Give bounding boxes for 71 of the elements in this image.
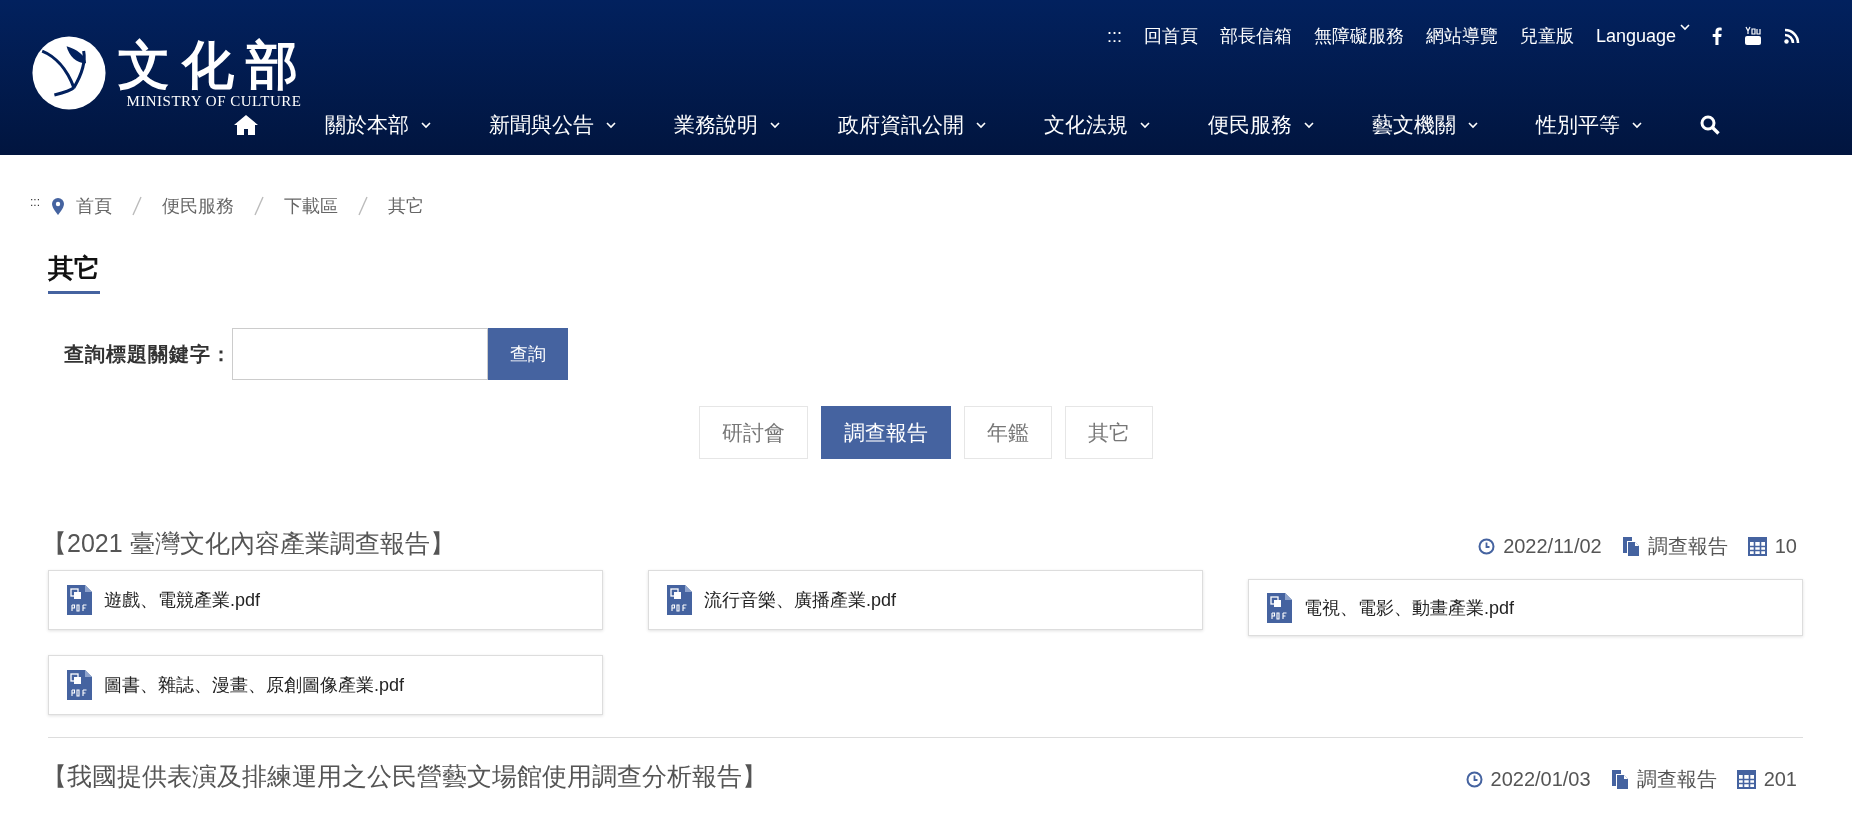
top-link[interactable]: 兒童版 bbox=[1519, 24, 1574, 48]
home-icon[interactable] bbox=[233, 114, 259, 136]
breadcrumb-current: 其它 bbox=[388, 195, 424, 218]
caret-icon bbox=[976, 121, 986, 129]
count-text: 201 bbox=[1763, 768, 1797, 791]
logo-title: 文化部 bbox=[118, 36, 310, 93]
search-button[interactable]: 查詢 bbox=[488, 328, 568, 380]
accesskey-marker[interactable]: ::: bbox=[30, 195, 40, 209]
file-link[interactable]: 流行音樂、廣播產業.pdf bbox=[648, 570, 1203, 630]
category-tab[interactable]: 年鑑 bbox=[963, 406, 1052, 459]
rss-icon[interactable] bbox=[1784, 28, 1800, 44]
nav-item[interactable]: 關於本部 bbox=[325, 111, 431, 139]
search-label: 查詢標題關鍵字： bbox=[64, 341, 232, 367]
facebook-icon[interactable] bbox=[1712, 27, 1722, 45]
breadcrumb-link[interactable]: 首頁 bbox=[76, 194, 112, 218]
nav-item[interactable]: 政府資訊公開 bbox=[838, 111, 986, 139]
nav-item[interactable]: 藝文機關 bbox=[1372, 111, 1478, 139]
category-tab[interactable]: 其它 bbox=[1064, 406, 1153, 459]
nav-item[interactable]: 性別平等 bbox=[1536, 111, 1642, 139]
clock-icon bbox=[1478, 538, 1496, 555]
location-pin-icon bbox=[52, 197, 64, 215]
breadcrumb-link[interactable]: 下載區 bbox=[284, 194, 338, 218]
logo-subtitle: MINISTRY OF CULTURE bbox=[126, 92, 302, 110]
caret-icon bbox=[1632, 121, 1642, 129]
file-link[interactable]: 圖書、雜誌、漫畫、原創圖像產業.pdf bbox=[48, 655, 603, 715]
nav-item[interactable]: 文化法規 bbox=[1044, 111, 1150, 139]
caret-icon bbox=[1140, 121, 1150, 129]
top-link[interactable]: 無障礙服務 bbox=[1313, 24, 1404, 48]
language-link[interactable]: Language bbox=[1595, 25, 1676, 47]
caret-icon bbox=[770, 121, 780, 129]
file-link[interactable]: 遊戲、電競產業.pdf bbox=[48, 570, 603, 630]
documents-icon bbox=[1621, 536, 1640, 557]
nav-item[interactable]: 新聞與公告 bbox=[489, 111, 616, 139]
clock-icon bbox=[1465, 771, 1483, 788]
count-text: 10 bbox=[1774, 535, 1797, 558]
date-text: 2022/11/02 bbox=[1503, 535, 1602, 558]
caret-icon bbox=[1304, 121, 1314, 129]
caret-icon bbox=[421, 121, 431, 129]
caret-icon bbox=[1468, 121, 1478, 129]
pdf-file-icon bbox=[67, 585, 92, 615]
page-title: 其它 bbox=[48, 251, 100, 294]
category-text: 調查報告 bbox=[1647, 534, 1728, 559]
category-text: 調查報告 bbox=[1636, 767, 1717, 792]
slash-separator-icon bbox=[254, 196, 264, 216]
slash-separator-icon bbox=[132, 196, 142, 216]
flower-logo-icon bbox=[30, 34, 108, 112]
category-tab[interactable]: 研討會 bbox=[698, 406, 808, 459]
category-tab[interactable]: 調查報告 bbox=[820, 406, 951, 459]
top-link[interactable]: 回首頁 bbox=[1143, 24, 1198, 48]
caret-icon bbox=[1680, 23, 1690, 31]
date-text: 2022/01/03 bbox=[1490, 768, 1591, 791]
nav-item[interactable]: 業務說明 bbox=[674, 111, 780, 139]
slash-separator-icon bbox=[358, 196, 368, 216]
pdf-file-icon bbox=[67, 670, 92, 700]
keyword-field[interactable] bbox=[232, 328, 488, 380]
report-title[interactable]: 【2021 臺灣文化內容產業調查報告】 bbox=[42, 527, 455, 560]
calculator-icon bbox=[1736, 770, 1756, 789]
calculator-icon bbox=[1747, 537, 1767, 556]
pdf-file-icon bbox=[1267, 592, 1292, 623]
documents-icon bbox=[1610, 769, 1629, 790]
pdf-file-icon bbox=[667, 585, 692, 615]
top-link[interactable]: 網站導覽 bbox=[1425, 24, 1498, 48]
report-title[interactable]: 【我國提供表演及排練運用之公民營藝文場館使用調查分析報告】 bbox=[42, 760, 767, 793]
top-link[interactable]: 部長信箱 bbox=[1219, 24, 1292, 48]
caret-icon bbox=[606, 121, 616, 129]
breadcrumb-link[interactable]: 便民服務 bbox=[162, 194, 234, 218]
file-link[interactable]: 電視、電影、動畫產業.pdf bbox=[1248, 579, 1803, 636]
nav-item[interactable]: 便民服務 bbox=[1208, 111, 1314, 139]
youtube-icon[interactable] bbox=[1744, 26, 1762, 46]
accesskey-link[interactable]: ::: bbox=[1106, 25, 1122, 47]
search-icon[interactable] bbox=[1700, 115, 1720, 135]
